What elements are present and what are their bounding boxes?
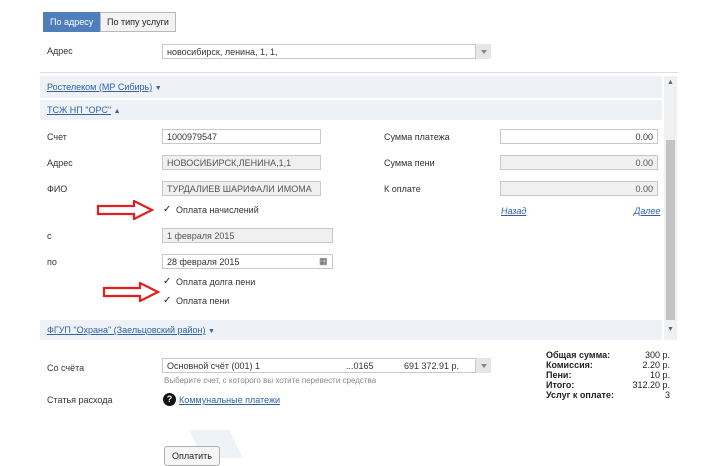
provider-okhrana-label: ФГУП "Охрана" (Заельцовский район): [47, 325, 206, 335]
payment-sum-field[interactable]: 0.00: [500, 129, 658, 144]
to-pay-label: К оплате: [384, 184, 421, 194]
back-link[interactable]: Назад: [501, 206, 526, 216]
address-label: Адрес: [47, 46, 73, 56]
next-link[interactable]: Далее: [634, 206, 660, 216]
form-address-field: НОВОСИБИРСК,ЛЕНИНА,1,1: [162, 155, 321, 170]
pay-penalty-debt-label: Оплата долга пени: [176, 277, 256, 287]
from-account-label: Со счёта: [47, 363, 85, 373]
provider-rostelecom-label: Ростелеком (МР Сибирь): [47, 82, 153, 92]
to-date-label: по: [47, 257, 57, 267]
help-icon[interactable]: ?: [163, 393, 176, 406]
summary-services-label: Услуг к оплате:: [546, 390, 614, 400]
tab-by-service[interactable]: По типу услуги: [100, 12, 176, 32]
from-account-name: Основной счёт (001) 1: [167, 361, 260, 371]
penalty-sum-field: 0.00: [500, 155, 658, 170]
checkmark-icon[interactable]: ✓: [163, 296, 173, 306]
penalty-sum-label: Сумма пени: [384, 158, 435, 168]
checkmark-icon[interactable]: ✓: [163, 205, 173, 215]
pay-button[interactable]: Оплатить: [164, 446, 220, 466]
scroll-up-icon[interactable]: ▲: [667, 79, 674, 86]
address-select[interactable]: новосибирск, ленина, 1, 1,: [162, 44, 491, 59]
provider-band-tszh: [40, 100, 662, 120]
from-date-field: 1 февраля 2015: [162, 228, 333, 243]
form-address-label: Адрес: [47, 158, 73, 168]
summary-grand-label: Итого:: [546, 380, 575, 390]
from-account-hint: Выберите счет, с которого вы хотите пере…: [164, 376, 377, 385]
account-label: Счет: [47, 132, 67, 142]
chevron-up-icon: ▲: [113, 108, 121, 115]
to-pay-field: 0.00: [500, 181, 658, 196]
summary-grand-value: 312.20 р.: [632, 380, 670, 390]
address-dropdown-button[interactable]: [475, 44, 491, 59]
summary-total-label: Общая сумма:: [546, 350, 611, 360]
summary-services-value: 3: [664, 390, 670, 400]
address-select-value: новосибирск, ленина, 1, 1,: [167, 47, 278, 57]
summary-penalty-value: 10 р.: [649, 370, 670, 380]
summary-fee-label: Комиссия:: [546, 360, 593, 370]
fio-field: ТУРДАЛИЕВ ШАРИФАЛИ ИМОМА: [162, 181, 321, 196]
red-arrow-icon: [96, 200, 155, 220]
chevron-down-icon: ▼: [154, 85, 162, 92]
calendar-icon[interactable]: ▦: [319, 256, 328, 267]
pay-penalty-label: Оплата пени: [176, 296, 230, 306]
tab-by-address[interactable]: По адресу: [43, 12, 101, 32]
payment-sum-label: Сумма платежа: [384, 132, 450, 142]
from-account-balance: 691 372.91 р.: [404, 361, 460, 371]
expense-label: Статья расхода: [47, 395, 113, 405]
expense-link[interactable]: Коммунальные платежи: [179, 395, 280, 405]
fio-label: ФИО: [47, 184, 68, 194]
summary-penalty-label: Пени:: [546, 370, 572, 380]
to-date-value: 28 февраля 2015: [167, 257, 240, 267]
from-account-dropdown-button[interactable]: [475, 358, 491, 373]
chevron-down-icon: ▼: [208, 328, 215, 335]
checkmark-icon[interactable]: ✓: [163, 277, 173, 287]
to-date-field[interactable]: 28 февраля 2015: [162, 254, 333, 269]
provider-tszh-link[interactable]: ТСЖ НП "ОРС" ▲: [47, 105, 121, 115]
red-arrow-icon: [102, 282, 161, 302]
pay-accruals-label: Оплата начислений: [176, 205, 259, 215]
provider-tszh-label: ТСЖ НП "ОРС": [47, 105, 112, 115]
summary-fee-value: 2.20 р.: [642, 360, 670, 370]
summary-total-value: 300 р.: [644, 350, 670, 360]
scroll-down-icon[interactable]: ▼: [667, 326, 674, 333]
from-date-label: с: [47, 231, 52, 241]
account-field[interactable]: 1000979547: [162, 129, 321, 144]
provider-okhrana-link[interactable]: ФГУП "Охрана" (Заельцовский район) ▼: [47, 325, 215, 335]
from-account-number: ...0165: [346, 361, 374, 371]
scrollbar-thumb[interactable]: [666, 140, 675, 320]
provider-rostelecom-link[interactable]: Ростелеком (МР Сибирь) ▼: [47, 82, 162, 92]
